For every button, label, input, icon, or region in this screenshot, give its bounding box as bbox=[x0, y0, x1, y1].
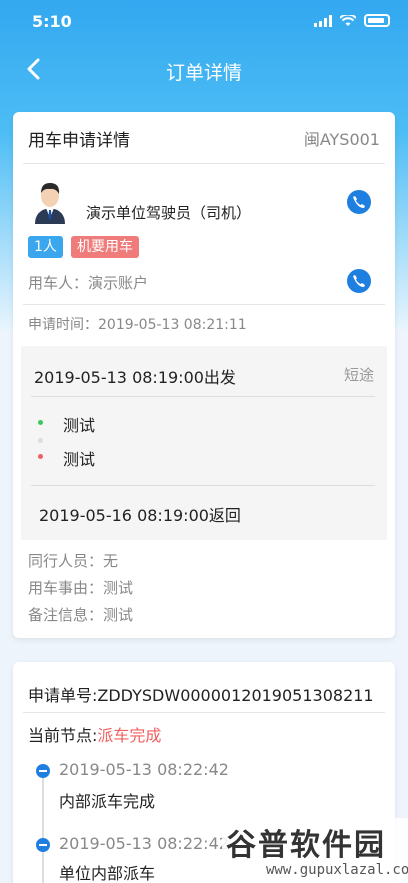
apply-time: 申请时间：2019-05-13 08:21:11 bbox=[28, 317, 247, 333]
timeline-desc: 内部派车完成 bbox=[59, 792, 156, 811]
driver-avatar-icon bbox=[35, 183, 65, 224]
companions: 同行人员：无 bbox=[28, 552, 119, 570]
page-title: 订单详情 bbox=[165, 62, 242, 84]
path-dot-icon bbox=[38, 438, 43, 443]
nav-bar: 订单详情 bbox=[0, 48, 408, 92]
collapse-icon[interactable] bbox=[36, 838, 50, 852]
divider bbox=[31, 396, 375, 397]
car-user: 用车人：演示账户 bbox=[28, 274, 149, 292]
phone-icon[interactable] bbox=[347, 190, 371, 214]
driver-name: 演示单位驾驶员（司机） bbox=[86, 204, 252, 222]
start-dot-icon bbox=[38, 420, 43, 425]
status-bar: 5:10 bbox=[0, 0, 408, 44]
node-label: 当前节点: bbox=[28, 726, 98, 745]
end-dot-icon bbox=[38, 454, 43, 459]
divider bbox=[23, 304, 385, 305]
remark: 备注信息：测试 bbox=[28, 606, 134, 624]
timeline-desc: 单位内部派车 bbox=[59, 864, 156, 883]
collapse-icon[interactable] bbox=[36, 764, 50, 778]
start-stop: 测试 bbox=[63, 416, 96, 435]
watermark-logo: 谷普软件园 bbox=[226, 828, 386, 863]
divider bbox=[23, 163, 385, 164]
status-time: 5:10 bbox=[32, 12, 72, 31]
timeline-line bbox=[42, 772, 44, 883]
reason: 用车事由：测试 bbox=[28, 579, 134, 597]
current-node: 当前节点:派车完成 bbox=[28, 722, 161, 746]
apply-detail-card: 用车申请详情 闽AYS001 演示单位驾驶员（司机） 1人 机要用车 用车人：演… bbox=[13, 112, 395, 638]
divider bbox=[23, 712, 385, 713]
user-phone-icon[interactable] bbox=[347, 269, 371, 293]
node-value: 派车完成 bbox=[97, 726, 162, 745]
battery-icon bbox=[364, 14, 390, 27]
divider bbox=[31, 485, 375, 486]
order-number: 申请单号:ZDDYSDW0000012019051308211 bbox=[28, 686, 374, 705]
passenger-count-badge: 1人 bbox=[28, 236, 63, 258]
plate-number: 闽AYS001 bbox=[303, 130, 380, 149]
return-time: 2019-05-16 08:19:00返回 bbox=[39, 506, 241, 525]
timeline-time: 2019-05-13 08:22:42 bbox=[59, 834, 229, 853]
status-icons bbox=[314, 14, 390, 27]
watermark-url: www.gupuxlazal.com bbox=[266, 862, 408, 878]
signal-icon bbox=[314, 14, 332, 27]
timeline-time: 2019-05-13 08:22:42 bbox=[59, 760, 229, 779]
car-type-badge: 机要用车 bbox=[71, 236, 139, 258]
end-stop: 测试 bbox=[63, 450, 96, 469]
trip-kind: 短途 bbox=[343, 366, 374, 384]
watermark: 谷普软件园 www.gupuxlazal.com bbox=[222, 818, 408, 883]
depart-time: 2019-05-13 08:19:00出发 bbox=[34, 368, 236, 387]
wifi-icon bbox=[340, 14, 356, 26]
trip-section: 2019-05-13 08:19:00出发 短途 测试 测试 2019-05-1… bbox=[21, 346, 387, 540]
